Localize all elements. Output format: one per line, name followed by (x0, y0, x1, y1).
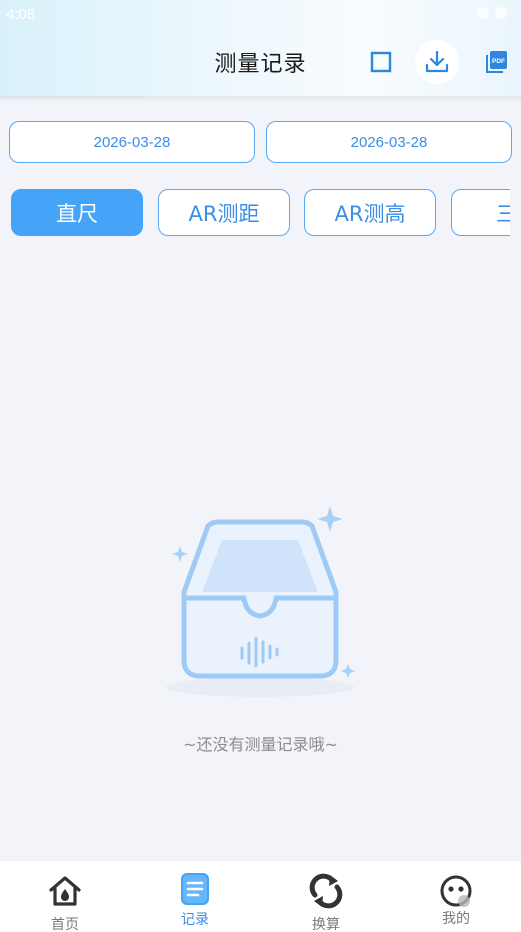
pdf-file-icon: PDF (486, 51, 507, 73)
tab-ruler[interactable]: 直尺 (11, 189, 143, 236)
nav-item-home[interactable]: 首页 (0, 861, 130, 932)
empty-inbox-icon (166, 506, 355, 697)
nav-item-records[interactable]: 记录 (130, 861, 260, 932)
select-button[interactable] (359, 40, 403, 84)
status-time: 4:08 (6, 6, 36, 23)
pdf-badge-text: PDF (492, 58, 505, 65)
nav-item-profile[interactable]: 我的 (391, 861, 521, 932)
tab-triangle[interactable]: 三角 (451, 189, 510, 236)
tab-ar-distance[interactable]: AR测距 (158, 189, 290, 236)
nav-label-convert: 换算 (312, 917, 340, 932)
tab-ar-height[interactable]: AR测高 (304, 189, 436, 236)
records-icon (181, 873, 209, 905)
home-icon (49, 876, 81, 906)
download-button[interactable] (415, 40, 459, 84)
nav-label-records: 记录 (181, 912, 209, 928)
empty-state-message: ~还没有测量记录哦~ (183, 735, 338, 754)
nav-label-home: 首页 (51, 917, 79, 932)
empty-state-illustration (160, 500, 360, 705)
header-divider (0, 96, 521, 102)
end-date-field[interactable]: 2026-03-28 (266, 121, 512, 163)
bottom-navigation: 首页 记录 换算 我的 (0, 860, 521, 932)
profile-icon (440, 875, 472, 907)
start-date-field[interactable]: 2026-03-28 (9, 121, 255, 163)
square-outline-icon (370, 51, 392, 73)
status-icons (477, 7, 507, 19)
measurement-type-tabs: 直尺 AR测距 AR测高 三角 (11, 189, 510, 237)
nav-item-convert[interactable]: 换算 (261, 861, 391, 932)
download-icon (425, 50, 449, 73)
app-header: 4:08 测量记录 PDF (0, 0, 521, 98)
export-pdf-button[interactable]: PDF (474, 40, 518, 84)
nav-label-profile: 我的 (442, 911, 470, 927)
convert-icon (309, 873, 343, 909)
